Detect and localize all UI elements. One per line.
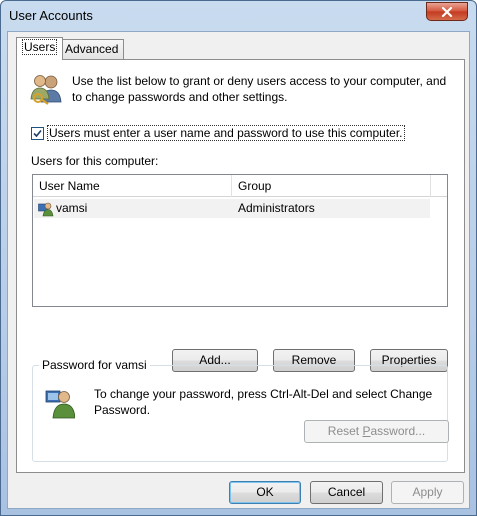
row-group: Administrators <box>238 201 315 215</box>
tab-users[interactable]: Users <box>16 37 64 60</box>
close-icon <box>441 6 453 17</box>
table-row[interactable]: vamsi Administrators <box>34 199 430 218</box>
users-listview[interactable]: User Name Group vamsi Administrators <box>32 174 448 307</box>
users-list-label: Users for this computer: <box>31 154 159 168</box>
reset-label-pre: Reset <box>327 424 363 438</box>
listview-header: User Name Group <box>33 175 447 197</box>
tab-advanced[interactable]: Advanced <box>59 39 125 59</box>
apply-button[interactable]: Apply <box>391 481 464 504</box>
reset-label-mnemonic: P <box>362 424 371 438</box>
column-header-group[interactable]: Group <box>232 175 431 197</box>
window-title: User Accounts <box>9 8 93 23</box>
password-user-icon <box>45 390 75 419</box>
window: User Accounts Users Advanced Use the lis… <box>0 0 477 516</box>
require-login-label[interactable]: Users must enter a user name and passwor… <box>47 125 405 141</box>
reset-label-post: assword... <box>370 424 426 438</box>
require-login-checkbox[interactable] <box>31 126 44 140</box>
row-user-name: vamsi <box>56 201 88 215</box>
check-icon <box>33 129 42 137</box>
tab-users-label: Users <box>22 39 58 55</box>
tab-advanced-label: Advanced <box>65 42 119 56</box>
reset-password-button[interactable]: Reset Password... <box>304 420 449 443</box>
close-button[interactable] <box>426 2 468 21</box>
intro-text: Use the list below to grant or deny user… <box>72 74 447 104</box>
column-header-user-name[interactable]: User Name <box>33 175 232 197</box>
users-icon <box>30 75 62 105</box>
admin-user-icon <box>38 202 54 217</box>
password-instructions: To change your password, press Ctrl-Alt-… <box>94 387 433 417</box>
title-bar[interactable]: User Accounts <box>1 1 476 31</box>
ok-button[interactable]: OK <box>229 481 301 504</box>
password-groupbox: Password for vamsi To change your passwo… <box>32 358 449 462</box>
users-tab-panel: Use the list below to grant or deny user… <box>16 59 465 473</box>
dialog-client: Users Advanced Use the list below to gra… <box>7 31 470 509</box>
cancel-button[interactable]: Cancel <box>310 481 383 504</box>
password-group-title: Password for vamsi <box>39 358 150 372</box>
require-login-option[interactable]: Users must enter a user name and passwor… <box>31 125 405 141</box>
